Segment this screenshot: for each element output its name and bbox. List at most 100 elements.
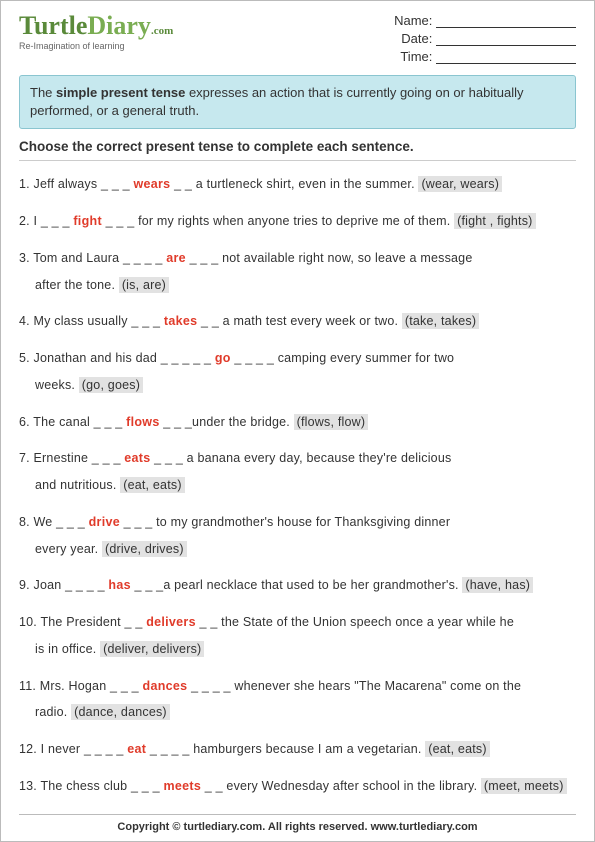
- answer: go: [215, 351, 231, 365]
- question-3-cont: after the tone. (is, are): [19, 276, 576, 295]
- instructions: Choose the correct present tense to comp…: [19, 139, 576, 161]
- question-11: 11. Mrs. Hogan _ _ _ dances _ _ _ _ when…: [19, 677, 576, 696]
- q-num: 11.: [19, 679, 36, 693]
- question-6: 6. The canal _ _ _ flows _ _ _under the …: [19, 413, 576, 432]
- options: (go, goes): [79, 377, 143, 393]
- q-text-a: Jeff always _ _ _: [34, 177, 134, 191]
- answer: has: [108, 578, 130, 592]
- q-num: 8.: [19, 515, 30, 529]
- answer: drive: [89, 515, 120, 529]
- logo-tagline: Re-Imagination of learning: [19, 41, 173, 51]
- name-line[interactable]: [436, 15, 576, 28]
- q-text-b: _ _ _a pearl necklace that used to be he…: [131, 578, 463, 592]
- q-text-b: _ _ _ not available right now, so leave …: [186, 251, 473, 265]
- info-bold: simple present tense: [56, 85, 185, 100]
- question-8: 8. We _ _ _ drive _ _ _ to my grandmothe…: [19, 513, 576, 532]
- q-text-b2: every year.: [35, 542, 102, 556]
- time-label: Time:: [400, 49, 432, 64]
- answer: dances: [143, 679, 188, 693]
- question-5: 5. Jonathan and his dad _ _ _ _ _ go _ _…: [19, 349, 576, 368]
- q-text-b: _ _ _ _ hamburgers because I am a vegeta…: [146, 742, 425, 756]
- q-text-b: _ _ a turtleneck shirt, even in the summ…: [170, 177, 418, 191]
- q-text-a: Tom and Laura _ _ _ _: [33, 251, 166, 265]
- q-num: 7.: [19, 451, 30, 465]
- question-2: 2. I _ _ _ fight _ _ _ for my rights whe…: [19, 212, 576, 231]
- q-num: 13.: [19, 779, 37, 793]
- info-pre: The: [30, 85, 56, 100]
- q-text-a: Jonathan and his dad _ _ _ _ _: [34, 351, 215, 365]
- q-num: 3.: [19, 251, 30, 265]
- q-text-b2: radio.: [35, 705, 71, 719]
- answer: takes: [164, 314, 197, 328]
- q-text-b: _ _ a math test every week or two.: [197, 314, 402, 328]
- question-12: 12. I never _ _ _ _ eat _ _ _ _ hamburge…: [19, 740, 576, 759]
- q-text-b: _ _ _ _ camping every summer for two: [231, 351, 454, 365]
- question-1: 1. Jeff always _ _ _ wears _ _ a turtlen…: [19, 175, 576, 194]
- options: (take, takes): [402, 313, 479, 329]
- worksheet-page: TurtleDiary.com Re-Imagination of learni…: [0, 0, 595, 842]
- logo-com: .com: [151, 25, 173, 37]
- options: (drive, drives): [102, 541, 187, 557]
- q-num: 5.: [19, 351, 30, 365]
- date-field: Date:: [394, 31, 576, 46]
- info-box: The simple present tense expresses an ac…: [19, 75, 576, 129]
- q-text-a: I _ _ _: [34, 214, 74, 228]
- q-text-b: _ _ _ for my rights when anyone tries to…: [102, 214, 454, 228]
- logo-text: TurtleDiary.com: [19, 13, 173, 39]
- answer: eats: [124, 451, 150, 465]
- q-text-a: The chess club _ _ _: [40, 779, 163, 793]
- options: (eat, eats): [120, 477, 184, 493]
- question-10-cont: is in office. (deliver, delivers): [19, 640, 576, 659]
- answer: eat: [127, 742, 146, 756]
- question-3: 3. Tom and Laura _ _ _ _ are _ _ _ not a…: [19, 249, 576, 268]
- answer: flows: [126, 415, 159, 429]
- q-text-b2: is in office.: [35, 642, 100, 656]
- options: (meet, meets): [481, 778, 567, 794]
- q-text-b2: weeks.: [35, 378, 79, 392]
- options: (deliver, delivers): [100, 641, 204, 657]
- question-7: 7. Ernestine _ _ _ eats _ _ _ a banana e…: [19, 449, 576, 468]
- q-text-b: _ _ the State of the Union speech once a…: [196, 615, 514, 629]
- answer: fight: [73, 214, 102, 228]
- options: (wear, wears): [418, 176, 502, 192]
- name-label: Name:: [394, 13, 432, 28]
- date-label: Date:: [401, 31, 432, 46]
- q-text-b: _ _ _ _ whenever she hears "The Macarena…: [187, 679, 521, 693]
- q-text-a: My class usually _ _ _: [34, 314, 164, 328]
- question-9: 9. Joan _ _ _ _ has _ _ _a pearl necklac…: [19, 576, 576, 595]
- logo-b: Diary: [87, 11, 151, 40]
- q-text-a: I never _ _ _ _: [41, 742, 128, 756]
- q-num: 6.: [19, 415, 30, 429]
- q-text-b: _ _ every Wednesday after school in the …: [201, 779, 481, 793]
- logo: TurtleDiary.com Re-Imagination of learni…: [19, 13, 173, 51]
- options: (eat, eats): [425, 741, 489, 757]
- q-num: 9.: [19, 578, 30, 592]
- q-num: 12.: [19, 742, 37, 756]
- options: (have, has): [462, 577, 533, 593]
- student-fields: Name: Date: Time:: [394, 13, 576, 67]
- options: (flows, flow): [294, 414, 369, 430]
- logo-a: Turtle: [19, 11, 87, 40]
- q-num: 10.: [19, 615, 37, 629]
- answer: delivers: [146, 615, 196, 629]
- time-field: Time:: [394, 49, 576, 64]
- options: (is, are): [119, 277, 169, 293]
- questions: 1. Jeff always _ _ _ wears _ _ a turtlen…: [19, 175, 576, 795]
- question-10: 10. The President _ _ delivers _ _ the S…: [19, 613, 576, 632]
- answer: are: [166, 251, 186, 265]
- q-text-b2: and nutritious.: [35, 478, 120, 492]
- header: TurtleDiary.com Re-Imagination of learni…: [19, 13, 576, 67]
- q-text-a: The President _ _: [40, 615, 146, 629]
- options: (dance, dances): [71, 704, 170, 720]
- question-4: 4. My class usually _ _ _ takes _ _ a ma…: [19, 312, 576, 331]
- q-num: 1.: [19, 177, 30, 191]
- time-line[interactable]: [436, 51, 576, 64]
- question-8-cont: every year. (drive, drives): [19, 540, 576, 559]
- q-text-a: Joan _ _ _ _: [34, 578, 109, 592]
- q-text-b: _ _ _under the bridge.: [160, 415, 294, 429]
- q-num: 4.: [19, 314, 30, 328]
- question-13: 13. The chess club _ _ _ meets _ _ every…: [19, 777, 576, 796]
- q-num: 2.: [19, 214, 30, 228]
- options: (fight , fights): [454, 213, 535, 229]
- date-line[interactable]: [436, 33, 576, 46]
